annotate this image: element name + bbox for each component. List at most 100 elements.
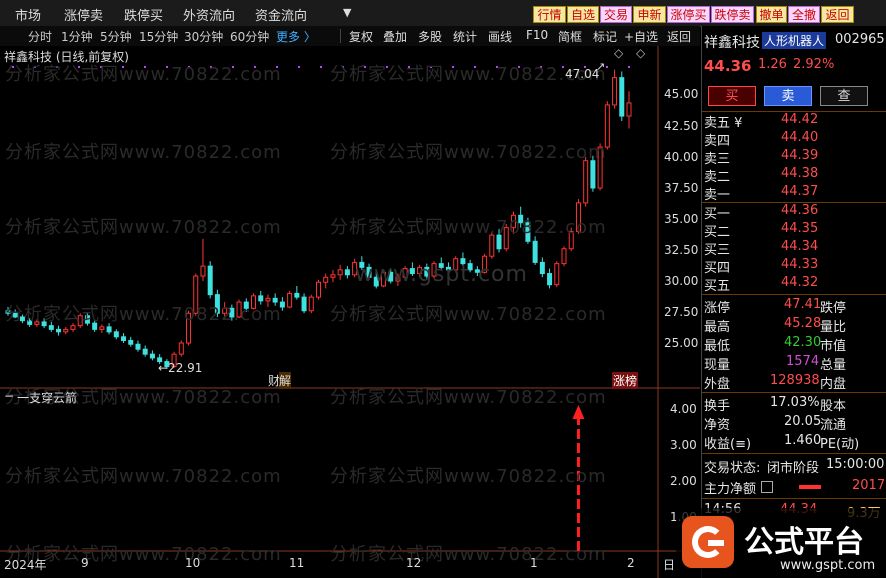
ask-label: 卖一 [704, 188, 731, 203]
period-5min[interactable]: 5分钟 [100, 28, 132, 45]
candle[interactable] [554, 261, 560, 288]
bid-row[interactable]: 买三 44.34 [702, 239, 886, 258]
chart-title: 祥鑫科技 (日线,前复权) [4, 50, 129, 64]
stat-label: 股本 [820, 399, 847, 414]
menu-fund-flow[interactable]: 资金流向 [255, 5, 307, 24]
ask-price: 44.40 [781, 130, 819, 145]
candle[interactable] [583, 157, 589, 207]
menu-limit-up-sell[interactable]: 涨停卖 [64, 5, 103, 24]
bid-row[interactable]: 买一 44.36 [702, 203, 886, 222]
period-30min[interactable]: 30分钟 [184, 28, 223, 45]
y-tick-label: 32.50 [664, 243, 699, 257]
price-change-pct: 2.92% [793, 57, 835, 72]
period-intraday[interactable]: 分时 [28, 28, 52, 45]
mark-button[interactable]: 标记 [593, 28, 617, 45]
limit-up-list-badge[interactable]: 涨榜 [612, 372, 639, 389]
period-60min[interactable]: 60分钟 [230, 28, 269, 45]
caret-down-icon[interactable]: ▼ [343, 6, 351, 19]
f10-button[interactable]: F10 [526, 28, 548, 42]
trade-button[interactable]: 交易 [600, 6, 632, 23]
bid-row[interactable]: 买四 44.33 [702, 257, 886, 276]
draw-line-button[interactable]: 画线 [488, 28, 512, 45]
statistics-button[interactable]: 统计 [453, 28, 477, 45]
sell-button[interactable]: 卖 [764, 86, 812, 106]
bid-price: 44.32 [781, 275, 819, 290]
watchlist-button[interactable]: 自选 [567, 6, 599, 23]
limit-down-sell-button[interactable]: 跌停卖 [711, 6, 754, 23]
toolbar-back-button[interactable]: 返回 [667, 28, 691, 45]
watermark-text: 分析家公式网www.70822.com [5, 217, 282, 238]
stat-label: 内盘 [820, 377, 847, 392]
restore-rights-button[interactable]: 复权 [349, 28, 373, 45]
platform-logo-icon [682, 516, 734, 568]
cancel-order-button[interactable]: 撤单 [756, 6, 787, 23]
candle[interactable] [619, 71, 625, 122]
ind-y-tick-label: 2.00 [670, 474, 697, 488]
y-tick-label: 35.00 [664, 212, 699, 226]
watermark-text: 分析家公式网www.70822.com [5, 304, 282, 325]
period-15min[interactable]: 15分钟 [139, 28, 178, 45]
stat-value: 17.03% [770, 395, 820, 410]
bid-price: 44.36 [781, 203, 819, 218]
candle[interactable] [287, 290, 293, 309]
ask-row[interactable]: 卖四 44.40 [702, 130, 886, 149]
multi-stock-button[interactable]: 多股 [418, 28, 442, 45]
y-tick-label: 25.00 [664, 336, 699, 350]
stat-label: 跌停 [820, 301, 847, 316]
watermark-center: www.gspt.com [355, 262, 528, 287]
stat-label: 外盘 [704, 377, 731, 392]
ipo-button[interactable]: 申新 [633, 6, 666, 23]
trade-status-label: 交易状态: [704, 461, 761, 476]
cancel-all-button[interactable]: 全撤 [788, 6, 820, 23]
x-axis-label: 2024年 [4, 558, 47, 572]
add-watchlist-button[interactable]: +自选 [624, 28, 658, 45]
net-flow-value: 2017 [852, 478, 886, 493]
query-button[interactable]: 查 [820, 86, 868, 106]
period-1min[interactable]: 1分钟 [61, 28, 93, 45]
trade-status: 闭市阶段 [767, 461, 820, 476]
more-periods-link[interactable]: 更多 〉 [276, 28, 316, 45]
overlay-button[interactable]: 叠加 [383, 28, 407, 45]
candle[interactable] [207, 261, 213, 299]
buy-button[interactable]: 买 [708, 86, 756, 106]
candle[interactable] [308, 294, 314, 314]
diamond-icon: ◇ [636, 46, 646, 60]
ask-row[interactable]: 卖一 44.37 [702, 184, 886, 203]
ask-label: 卖三 [704, 152, 731, 167]
bid-label: 买一 [704, 207, 731, 222]
chart-toolbar: 分时 1分钟 5分钟 15分钟 30分钟 60分钟 更多 〉 复权 叠加 多股 … [0, 26, 700, 47]
watermark-text: 分析家公式网www.70822.com [330, 544, 607, 565]
candle[interactable] [561, 246, 567, 267]
stat-label: 最低 [704, 339, 731, 354]
menu-limit-down-buy[interactable]: 跌停买 [124, 5, 163, 24]
watermark-text: 分析家公式网www.70822.com [330, 387, 607, 408]
back-button[interactable]: 返回 [821, 6, 854, 23]
stat-value: 128938 [770, 373, 820, 388]
ask-price: 44.42 [781, 112, 819, 127]
quote-button[interactable]: 行情 [533, 6, 566, 23]
concept-tag[interactable]: 人形机器人 [762, 32, 827, 49]
x-axis-label: 10 [185, 556, 201, 570]
trade-time: 15:00:00 [826, 457, 885, 472]
menu-foreign-flow[interactable]: 外资流向 [183, 5, 235, 24]
stat-label: 净资 [704, 418, 731, 433]
indicator-collapse-icon[interactable]: − [4, 389, 14, 403]
bid-label: 买三 [704, 243, 731, 258]
ask-label: 卖四 [704, 134, 731, 149]
stat-value: 20.05 [784, 414, 822, 429]
ask-row[interactable]: 卖二 44.38 [702, 166, 886, 185]
simple-frame-button[interactable]: 简框 [558, 28, 582, 45]
y-tick-label: 30.00 [664, 274, 699, 288]
event-marker-unlock[interactable]: 解 [279, 372, 292, 389]
candle[interactable] [316, 279, 321, 300]
ask-row[interactable]: 卖五 ¥ 44.42 [702, 112, 886, 131]
menu-market[interactable]: 市场 [15, 5, 41, 24]
bid-row[interactable]: 买五 44.32 [702, 275, 886, 294]
ask-label: 卖五 ¥ [704, 116, 743, 131]
candle[interactable] [178, 340, 184, 357]
bid-row[interactable]: 买二 44.35 [702, 221, 886, 240]
ask-row[interactable]: 卖三 44.39 [702, 148, 886, 167]
limit-up-buy-button[interactable]: 涨停买 [667, 6, 710, 23]
net-flow-toggle-icon[interactable] [761, 481, 773, 493]
stat-label: 换手 [704, 399, 731, 414]
